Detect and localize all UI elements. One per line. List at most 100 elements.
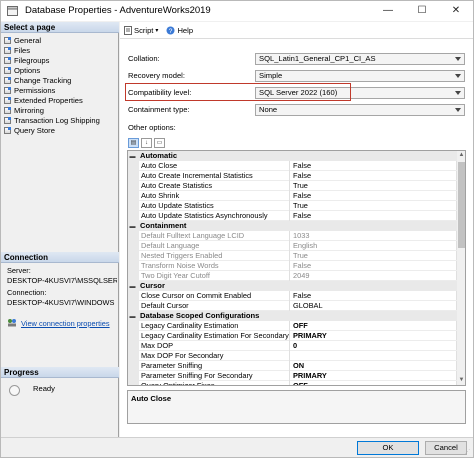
- recovery-model-select[interactable]: Simple: [255, 70, 465, 82]
- scroll-down-icon[interactable]: ▼: [458, 376, 465, 385]
- categorized-sort-icon[interactable]: ▤: [128, 138, 139, 148]
- page-item-extended-properties[interactable]: Extended Properties: [3, 95, 117, 105]
- property-name: Max DOP: [140, 341, 290, 351]
- grid-row[interactable]: Auto Create Incremental Statistics False: [128, 171, 457, 181]
- ok-button[interactable]: OK: [357, 441, 419, 455]
- property-value[interactable]: OFF: [293, 321, 308, 331]
- property-value[interactable]: False: [293, 211, 311, 221]
- grid-row[interactable]: Auto Close False: [128, 161, 457, 171]
- view-connection-properties-link[interactable]: View connection properties: [21, 319, 110, 328]
- grid-row-gutter: [128, 231, 139, 241]
- alphabetical-sort-icon[interactable]: ↓: [141, 138, 152, 148]
- grid-row[interactable]: Parameter Sniffing For Secondary PRIMARY: [128, 371, 457, 381]
- page-item-transaction-log-shipping[interactable]: Transaction Log Shipping: [3, 115, 117, 125]
- grid-row-gutter: [128, 351, 139, 361]
- script-icon: [124, 25, 132, 35]
- property-name: Transform Noise Words: [140, 261, 290, 271]
- page-item-filegroups[interactable]: Filegroups: [3, 55, 117, 65]
- property-name: Auto Shrink: [140, 191, 290, 201]
- grid-row-gutter: [128, 191, 139, 201]
- property-name: Close Cursor on Commit Enabled: [140, 291, 290, 301]
- minimize-button[interactable]: —: [371, 1, 405, 21]
- grid-row[interactable]: Parameter Sniffing ON: [128, 361, 457, 371]
- properties-grid[interactable]: ▲ ▼ ▬ Automatic Auto Close False Auto Create…: [127, 150, 466, 386]
- page-item-label: Permissions: [14, 85, 56, 95]
- resize-grip-icon[interactable]: ⋰: [465, 449, 471, 455]
- grid-row[interactable]: Default Fulltext Language LCID 1033: [128, 231, 457, 241]
- chevron-down-icon: [455, 57, 461, 61]
- property-value[interactable]: PRIMARY: [293, 371, 327, 381]
- grid-row[interactable]: Default Cursor GLOBAL: [128, 301, 457, 311]
- grid-row[interactable]: Auto Shrink False: [128, 191, 457, 201]
- grid-category-label: Containment: [140, 221, 187, 230]
- grid-toolbar: ▤ ↓ ▭: [128, 138, 167, 148]
- scroll-up-icon[interactable]: ▲: [458, 151, 465, 160]
- options-pane: Script ▾ ? Help Collation: SQL_Latin1_Ge…: [120, 22, 473, 437]
- grid-category[interactable]: ▬ Cursor: [128, 281, 457, 291]
- property-value[interactable]: 2049: [293, 271, 309, 281]
- containment-type-select[interactable]: None: [255, 104, 465, 116]
- grid-row[interactable]: Query Optimizer Fixes OFF: [128, 381, 457, 385]
- property-value[interactable]: 0: [293, 341, 297, 351]
- maximize-button[interactable]: ☐: [405, 1, 439, 21]
- grid-row[interactable]: Max DOP 0: [128, 341, 457, 351]
- grid-row[interactable]: Max DOP For Secondary: [128, 351, 457, 361]
- property-name: Auto Update Statistics: [140, 201, 290, 211]
- page-item-files[interactable]: Files: [3, 45, 117, 55]
- scrollbar-thumb[interactable]: [458, 162, 465, 248]
- property-value[interactable]: True: [293, 251, 308, 261]
- grid-row[interactable]: Auto Create Statistics True: [128, 181, 457, 191]
- property-value[interactable]: False: [293, 291, 311, 301]
- property-value[interactable]: PRIMARY: [293, 331, 327, 341]
- property-value[interactable]: False: [293, 261, 311, 271]
- grid-category[interactable]: ▬ Containment: [128, 221, 457, 231]
- grid-row-gutter: [128, 321, 139, 331]
- property-value[interactable]: False: [293, 171, 311, 181]
- property-value[interactable]: English: [293, 241, 317, 251]
- grid-row-gutter: [128, 211, 139, 221]
- grid-category[interactable]: ▬ Database Scoped Configurations: [128, 311, 457, 321]
- grid-category[interactable]: ▬ Automatic: [128, 151, 457, 161]
- grid-row[interactable]: Transform Noise Words False: [128, 261, 457, 271]
- grid-row[interactable]: Close Cursor on Commit Enabled False: [128, 291, 457, 301]
- grid-row-gutter: [128, 371, 139, 381]
- property-pages-icon[interactable]: ▭: [154, 138, 165, 148]
- page-item-change-tracking[interactable]: Change Tracking: [3, 75, 117, 85]
- grid-row-gutter: [128, 301, 139, 311]
- highlight-box: [125, 83, 351, 101]
- cancel-button[interactable]: Cancel: [425, 441, 467, 455]
- grid-row[interactable]: Default Language English: [128, 241, 457, 251]
- collation-select[interactable]: SQL_Latin1_General_CP1_CI_AS: [255, 53, 465, 65]
- page-item-general[interactable]: General: [3, 35, 117, 45]
- view-connection-properties[interactable]: View connection properties: [7, 318, 110, 328]
- property-value[interactable]: OFF: [293, 381, 308, 385]
- property-value[interactable]: ON: [293, 361, 304, 371]
- page-item-options[interactable]: Options: [3, 65, 117, 75]
- page-item-mirroring[interactable]: Mirroring: [3, 105, 117, 115]
- property-value[interactable]: True: [293, 181, 308, 191]
- property-value[interactable]: False: [293, 161, 311, 171]
- page-item-permissions[interactable]: Permissions: [3, 85, 117, 95]
- property-value[interactable]: False: [293, 191, 311, 201]
- grid-row[interactable]: Legacy Cardinality Estimation For Second…: [128, 331, 457, 341]
- script-label: Script: [134, 25, 154, 35]
- property-name: Auto Close: [140, 161, 290, 171]
- grid-row[interactable]: Nested Triggers Enabled True: [128, 251, 457, 261]
- property-value[interactable]: 1033: [293, 231, 309, 241]
- grid-scrollbar[interactable]: ▲ ▼: [456, 151, 465, 385]
- property-value[interactable]: True: [293, 201, 308, 211]
- script-button[interactable]: Script ▾: [124, 25, 158, 35]
- select-page-header: Select a page: [1, 22, 119, 33]
- page-icon: [4, 56, 11, 64]
- page-item-query-store[interactable]: Query Store: [3, 125, 117, 135]
- page-item-label: Mirroring: [14, 105, 44, 115]
- grid-row[interactable]: Two Digit Year Cutoff 2049: [128, 271, 457, 281]
- help-button[interactable]: ? Help: [166, 26, 193, 35]
- grid-row-gutter: [128, 241, 139, 251]
- grid-row[interactable]: Auto Update Statistics True: [128, 201, 457, 211]
- grid-row[interactable]: Legacy Cardinality Estimation OFF: [128, 321, 457, 331]
- grid-row[interactable]: Auto Update Statistics Asynchronously Fal…: [128, 211, 457, 221]
- close-button[interactable]: ✕: [439, 1, 473, 21]
- property-value[interactable]: GLOBAL: [293, 301, 323, 311]
- help-label: Help: [177, 25, 194, 35]
